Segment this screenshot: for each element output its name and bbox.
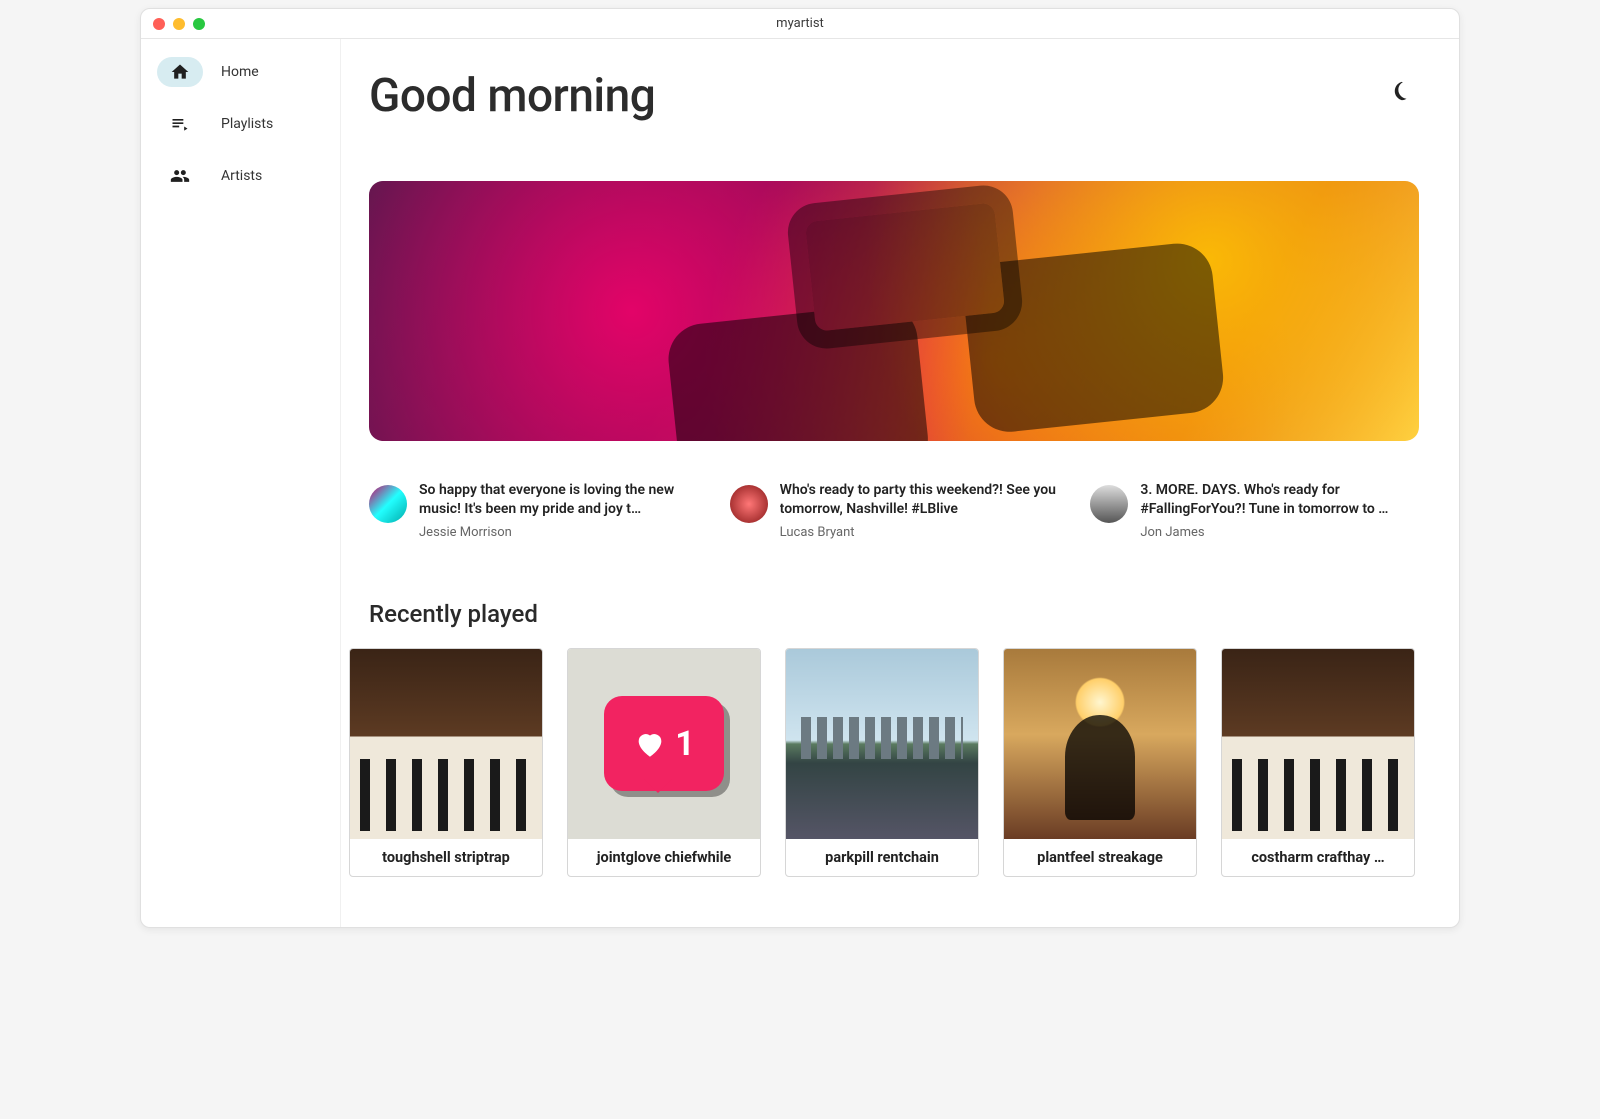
track-thumbnail (1222, 649, 1414, 839)
sidebar-item-label: Artists (221, 168, 262, 184)
sidebar-item-label: Playlists (221, 116, 273, 132)
artist-updates: So happy that everyone is loving the new… (369, 481, 1419, 540)
track-title: costharm crafthay … (1222, 839, 1414, 876)
theme-toggle-button[interactable] (1383, 75, 1419, 111)
update-author: Lucas Bryant (780, 525, 1059, 540)
track-card[interactable]: 1 jointglove chiefwhile (567, 648, 761, 877)
home-icon (157, 57, 203, 87)
track-title: parkpill rentchain (786, 839, 978, 876)
track-thumbnail (786, 649, 978, 839)
track-title: plantfeel streakage (1004, 839, 1196, 876)
avatar (369, 485, 407, 523)
titlebar: myartist (141, 9, 1459, 39)
artists-icon (157, 161, 203, 191)
track-thumbnail (350, 649, 542, 839)
track-thumbnail: 1 (568, 649, 760, 839)
update-item[interactable]: Who's ready to party this weekend?! See … (730, 481, 1059, 540)
window-controls (141, 18, 205, 30)
sidebar-item-home[interactable]: Home (149, 49, 332, 95)
track-title: toughshell striptrap (350, 839, 542, 876)
header-row: Good morning (369, 69, 1419, 123)
track-card[interactable]: costharm crafthay … (1221, 648, 1415, 877)
track-title: jointglove chiefwhile (568, 839, 760, 876)
recently-played-list: toughshell striptrap 1 jointglove chiefw… (349, 648, 1419, 877)
recently-played-heading: Recently played (369, 600, 1419, 628)
app-window: myartist Home Playlists Artists (140, 8, 1460, 928)
app-body: Home Playlists Artists Good morning (141, 39, 1459, 927)
main-content: Good morning So happy that everyone is l… (341, 39, 1459, 927)
update-item[interactable]: So happy that everyone is loving the new… (369, 481, 698, 540)
update-author: Jessie Morrison (419, 525, 698, 540)
close-window-button[interactable] (153, 18, 165, 30)
update-author: Jon James (1140, 525, 1419, 540)
minimize-window-button[interactable] (173, 18, 185, 30)
update-message: 3. MORE. DAYS. Who's ready for #FallingF… (1140, 481, 1419, 519)
avatar (730, 485, 768, 523)
update-message: So happy that everyone is loving the new… (419, 481, 698, 519)
track-card[interactable]: plantfeel streakage (1003, 648, 1197, 877)
track-thumbnail (1004, 649, 1196, 839)
sidebar-item-label: Home (221, 64, 259, 80)
sidebar-item-playlists[interactable]: Playlists (149, 101, 332, 147)
update-message: Who's ready to party this weekend?! See … (780, 481, 1059, 519)
sidebar: Home Playlists Artists (141, 39, 341, 927)
avatar (1090, 485, 1128, 523)
playlist-icon (157, 109, 203, 139)
track-card[interactable]: parkpill rentchain (785, 648, 979, 877)
sidebar-item-artists[interactable]: Artists (149, 153, 332, 199)
hero-banner[interactable] (369, 181, 1419, 441)
window-title: myartist (141, 16, 1459, 31)
track-card[interactable]: toughshell striptrap (349, 648, 543, 877)
update-item[interactable]: 3. MORE. DAYS. Who's ready for #FallingF… (1090, 481, 1419, 540)
moon-icon (1390, 80, 1412, 106)
heart-icon: 1 (604, 696, 724, 791)
page-title: Good morning (369, 69, 655, 123)
maximize-window-button[interactable] (193, 18, 205, 30)
